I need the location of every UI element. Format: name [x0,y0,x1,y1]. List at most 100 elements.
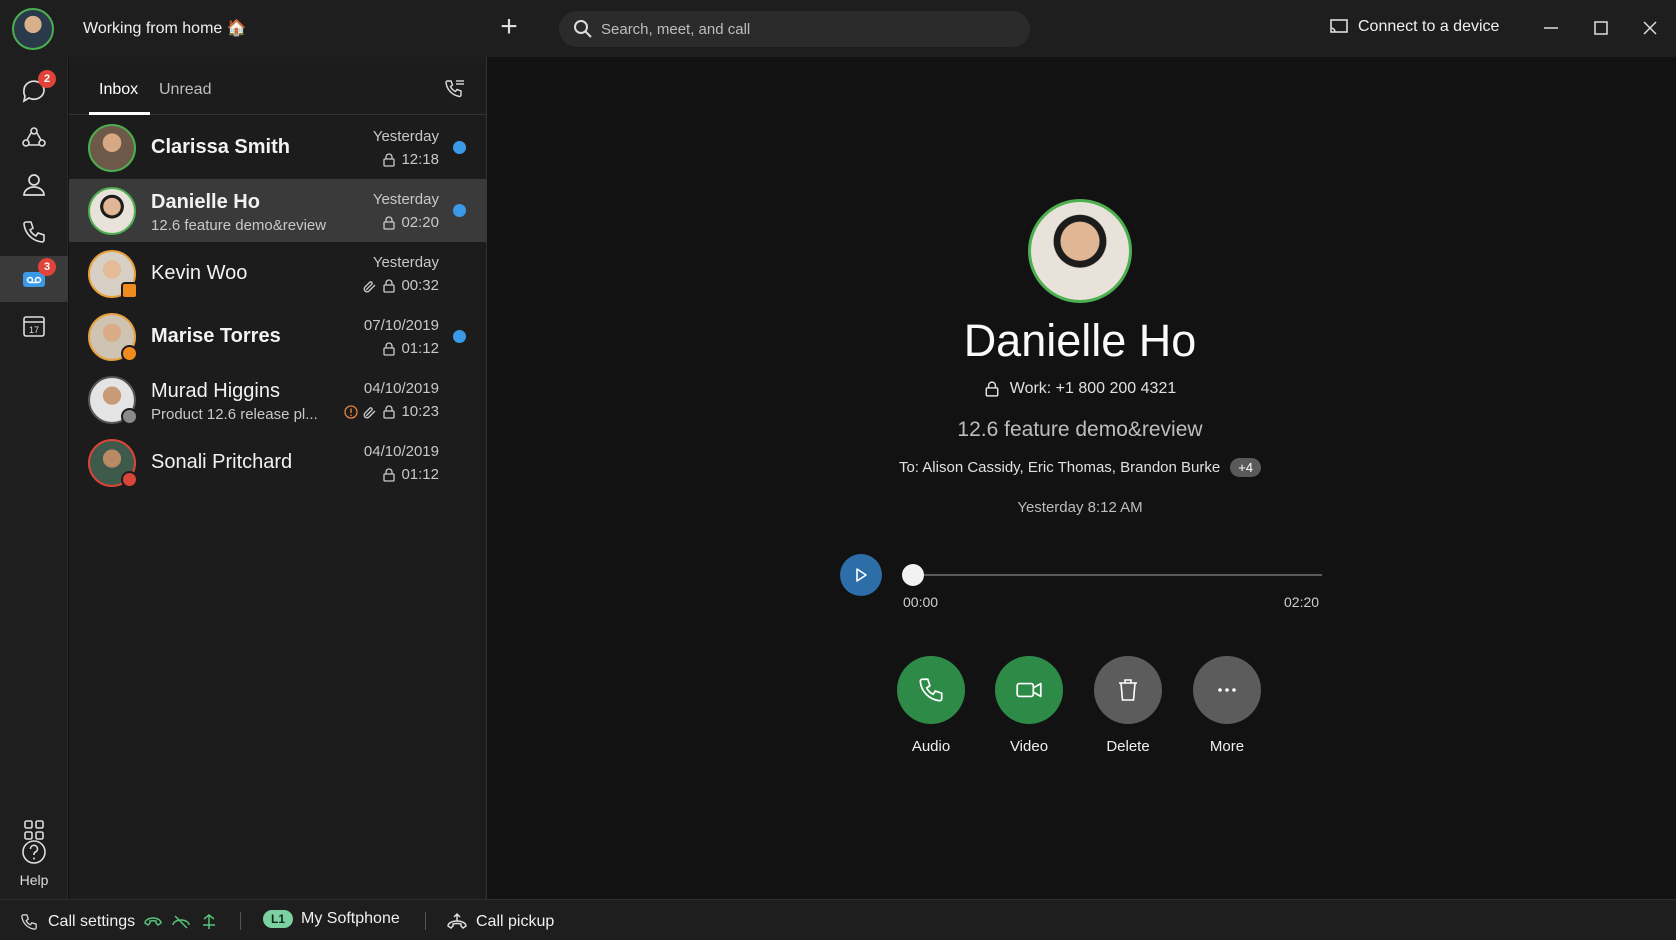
work-number-text: Work: +1 800 200 4321 [1009,380,1177,397]
high-priority-icon [344,404,359,419]
help-icon [22,840,46,864]
search-input[interactable] [601,11,1011,47]
contact-name: Kevin Woo [151,262,248,284]
playback-track[interactable] [904,574,1322,576]
avatar [88,124,136,172]
unread-dot [453,330,466,343]
nav-teams[interactable] [0,115,68,161]
softphone-selector[interactable]: L1 My Softphone [263,910,400,928]
minimize-icon[interactable] [1539,16,1563,40]
unread-dot [453,204,466,217]
nav-voicemail[interactable]: 3 [0,256,68,302]
status-message[interactable]: Working from home 🏠 [83,18,247,38]
nav-calls[interactable] [0,209,68,255]
lock-icon [383,404,396,419]
search-icon [574,20,592,38]
nav-calendar[interactable]: 17 [0,303,68,349]
message-subject: Product 12.6 release pl... [151,406,318,423]
call-settings-button[interactable]: Call settings [18,912,219,932]
phone-icon [23,221,45,243]
contact-name: Murad Higgins [151,380,280,402]
contact-name: Marise Torres [151,325,281,347]
avatar [88,187,136,235]
lock-icon [383,215,396,230]
call-settings-label: Call settings [48,913,136,930]
calendar-icon: 17 [23,316,45,337]
maximize-icon[interactable] [1589,16,1613,40]
paperclip-icon [363,280,376,292]
contact-name: Sonali Pritchard [151,451,293,473]
call-pickup-button[interactable]: Call pickup [446,912,554,932]
playback-scrubber[interactable] [902,564,924,586]
message-duration: 10:23 [344,403,439,420]
video-label: Video [1009,738,1049,755]
connect-device-button[interactable]: Connect to a device [1330,18,1499,36]
call-pickup-icon [447,912,467,929]
recipients: To: Alison Cassidy, Eric Thomas, Brandon… [488,458,1672,477]
call-voicemail-icon[interactable] [443,77,467,101]
trash-icon [1119,679,1137,701]
audio-call-button[interactable]: Audio [897,656,965,755]
playback-end-time: 02:20 [1284,594,1320,610]
person-icon [23,174,45,196]
more-dots-icon [1218,688,1236,692]
nav-messaging[interactable]: 2 [0,68,68,114]
voicemail-list-panel: Inbox Unread Clarissa Smith Yesterday 12… [69,57,487,899]
list-item[interactable]: Sonali Pritchard 04/10/2019 01:12 [69,431,487,494]
message-duration: 01:12 [382,340,439,357]
duration-text: 12:18 [401,151,439,168]
video-circle [995,656,1063,724]
contact-name: Clarissa Smith [151,136,290,158]
call-forward-icon [203,914,216,929]
tab-inbox[interactable]: Inbox [99,81,138,99]
list-item[interactable]: Clarissa Smith Yesterday 12:18 [69,116,487,179]
message-duration: 12:18 [382,151,439,168]
message-subject: 12.6 feature demo&review [151,217,327,234]
work-number[interactable]: Work: +1 800 200 4321 [488,380,1672,398]
nav-contacts[interactable] [0,162,68,208]
search-bar[interactable] [559,11,1030,47]
contact-name: Danielle Ho [151,191,260,213]
unread-dot [453,141,466,154]
lock-icon [383,152,396,167]
more-recipients-pill[interactable]: +4 [1230,458,1262,477]
away-clock-icon [121,408,138,425]
tab-unread[interactable]: Unread [159,81,211,99]
nav-help[interactable] [0,832,68,872]
message-subject-heading: 12.6 feature demo&review [957,418,1203,441]
recipients-text: To: Alison Cassidy, Eric Thomas, Brandon… [898,459,1221,476]
delete-label: Delete [1106,738,1150,755]
contact-name-heading: Danielle Ho [963,315,1197,366]
more-label: More [1209,738,1245,755]
on-call-status-icon [121,345,138,362]
list-item[interactable]: Kevin Woo Yesterday 00:32 [69,242,487,305]
list-item[interactable]: Murad Higgins Product 12.6 release pl...… [69,368,487,431]
more-button[interactable]: More [1193,656,1261,755]
paperclip-icon [363,406,376,418]
lock-icon [383,467,396,482]
call-forward-icon [172,915,190,929]
lock-icon [383,341,396,356]
message-date: Yesterday [372,254,439,271]
list-item[interactable]: Danielle Ho 12.6 feature demo&review Yes… [69,179,487,242]
voicemail-badge: 3 [38,258,56,276]
softphone-label: My Softphone [301,910,400,927]
list-tabs: Inbox Unread [69,57,487,115]
my-avatar[interactable] [12,8,54,50]
message-duration: 01:12 [382,466,439,483]
close-icon[interactable] [1638,16,1662,40]
audio-label: Audio [911,738,951,755]
call-pickup-label: Call pickup [476,913,555,930]
calendar-day: 17 [29,325,39,335]
delete-button[interactable]: Delete [1094,656,1162,755]
title-bar: Working from home 🏠 + Connect to a devic… [0,0,1676,57]
list-item[interactable]: Marise Torres 07/10/2019 01:12 [69,305,487,368]
help-label: Help [19,872,49,888]
new-plus-button[interactable]: + [494,12,524,44]
play-button[interactable] [840,554,882,596]
audio-circle [897,656,965,724]
message-timestamp: Yesterday 8:12 AM [1017,499,1143,516]
duration-text: 02:20 [401,214,439,231]
video-call-button[interactable]: Video [995,656,1063,755]
contact-avatar [1028,199,1132,303]
